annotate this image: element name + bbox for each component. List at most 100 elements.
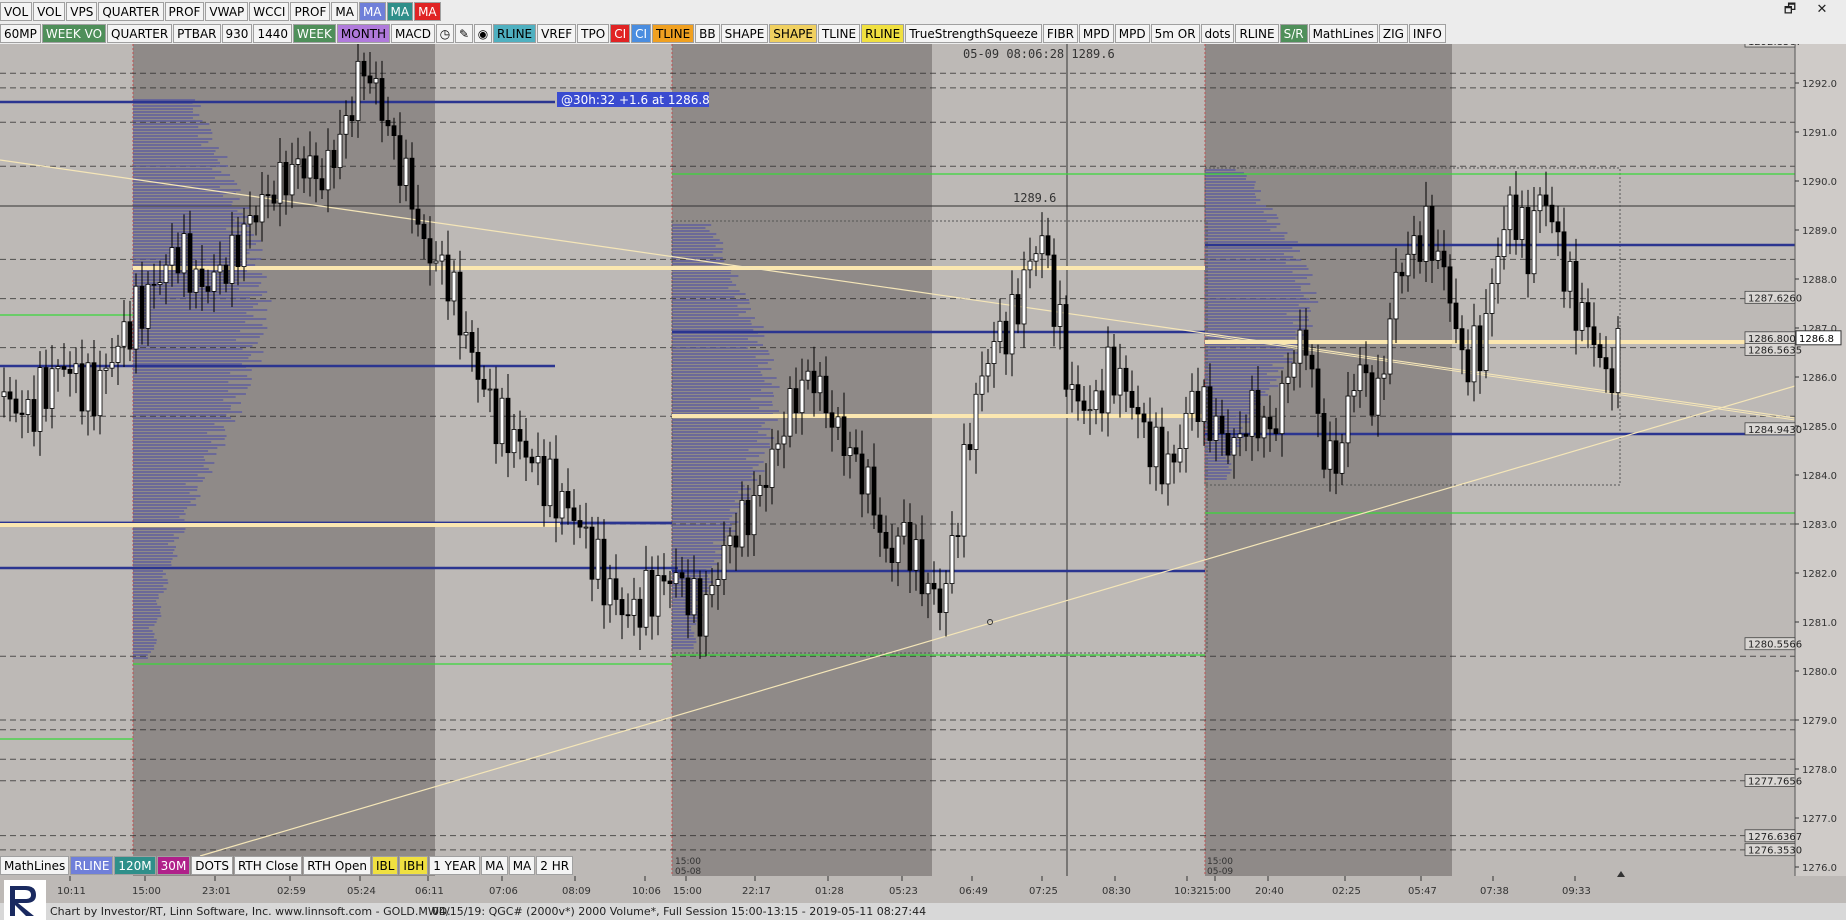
candle-body [1501,229,1507,257]
toolbar-button-tline-17[interactable]: TLINE [652,23,695,43]
candle-body [1129,390,1135,408]
candle-body [505,397,511,454]
candle-body [595,538,601,580]
toolbar-button-ci-15[interactable]: CI [610,23,631,43]
restore-window-icon[interactable]: 🗗 [1780,1,1800,19]
toolbar-button-mpd-26[interactable]: MPD [1114,23,1150,43]
time-tick-label: 05:47 [1408,886,1437,897]
toolbar-button-dots-4[interactable]: DOTS [191,855,233,875]
toolbar-button-tpo-14[interactable]: TPO [577,23,610,43]
time-tick-label: 15:00 [132,886,161,897]
toolbar-button-30m-3[interactable]: 30M [156,855,191,875]
price-chart[interactable]: @30h:32 +1.6 at 1286.8 05-09 08:06:28 128… [0,0,1846,920]
toolbar-button-mathlines-31[interactable]: MathLines [1308,23,1378,43]
toolbar-button-quarter-3[interactable]: QUARTER [98,1,164,21]
candle-body [739,499,745,548]
toolbar-button-ma-10[interactable]: MA [386,1,414,21]
toolbar-button-bb-18[interactable]: BB [695,23,720,43]
toolbar-button-week-vo-1[interactable]: WEEK VO [41,23,107,43]
candle-body [1195,390,1201,422]
toolbar-button-930-4[interactable]: 930 [221,23,253,43]
candle-body [1189,390,1195,414]
toolbar-button-5m-or-27[interactable]: 5m OR [1150,23,1200,43]
candle-body [1201,386,1207,422]
candle-body [1453,302,1459,330]
candle-body [43,367,49,409]
toolbar-button-mpd-25[interactable]: MPD [1078,23,1114,43]
candle-body [1291,362,1297,378]
candle-body [1045,235,1051,256]
toolbar-button-rth-open-6[interactable]: RTH Open [303,855,371,875]
toolbar-button-shape-19[interactable]: SHAPE [720,23,769,43]
toolbar-button-macd-8[interactable]: MACD [391,23,436,43]
candle-body [625,614,631,617]
time-tick-label: 10:06 [632,886,661,897]
candle-body [1375,377,1381,416]
candle-body [895,535,901,563]
candle-body [721,545,727,580]
toolbar-button-ma-11[interactable]: MA [414,1,441,21]
toolbar-button-rth-close-5[interactable]: RTH Close [233,855,303,875]
toolbar-button-rline-12[interactable]: RLINE [493,23,537,43]
toolbar-button-2-hr-12[interactable]: 2 HR [536,855,574,875]
candle-body [481,378,487,390]
toolbar-button-month-7[interactable]: MONTH [336,23,391,43]
candle-body [199,268,205,287]
candle-body [1117,367,1123,396]
close-window-icon[interactable]: ✕ [1812,1,1832,19]
candle-body [925,582,931,595]
toolbar-button-ibh-8[interactable]: IBH [399,855,429,875]
time-tick-label: 06:49 [959,886,988,897]
toolbar-button-vol-0[interactable]: VOL [0,1,33,21]
toolbar-button-wcci-6[interactable]: WCCI [249,1,290,21]
time-tick-label: 10:32 [1174,886,1203,897]
toolbar-button-ma-11[interactable]: MA [508,855,536,875]
toolbar-button-truestrengthsqueeze-23[interactable]: TrueStrengthSqueeze [905,23,1042,43]
toolbar-button-week-6[interactable]: WEEK [292,23,336,43]
toolbar-button-vol-1[interactable]: VOL [33,1,66,21]
candle-body [1465,349,1471,383]
toolbar-button-ma-8[interactable]: MA [331,1,358,21]
toolbar-button-vps-2[interactable]: VPS [66,1,98,21]
toolbar-button-120m-2[interactable]: 120M [114,855,156,875]
toolbar-button-s-r-30[interactable]: S/R [1279,23,1308,43]
price-level-label: 1276.3530 [1748,846,1802,857]
toolbar-button-ibl-7[interactable]: IBL [371,855,399,875]
toolbar-button-rline-1[interactable]: RLINE [70,855,114,875]
toolbar-button-ma-10[interactable]: MA [481,855,508,875]
time-tick-label: 05:24 [347,886,376,897]
toolbar-button-60mp-0[interactable]: 60MP [0,23,41,43]
toolbar-button-shape-20[interactable]: SHAPE [769,23,817,43]
candle-body [271,194,277,204]
candle-body [1357,364,1363,392]
toolbar-button-ci-16[interactable]: CI [631,23,652,43]
candle-body [1231,437,1237,456]
toolbar-button-zig-32[interactable]: ZIG [1378,23,1408,43]
toolbar-button-quarter-2[interactable]: QUARTER [107,23,173,43]
toolbar-button-rline-29[interactable]: RLINE [1235,23,1279,43]
toolbar-button-rline-22[interactable]: RLINE [861,23,905,43]
candle-body [463,332,469,336]
toolbar-button-prof-4[interactable]: PROF [164,1,205,21]
candle-body [427,238,433,264]
toolbar-button-info-33[interactable]: INFO [1408,23,1446,43]
candle-body [673,572,679,585]
toolbar-button-vref-13[interactable]: VREF [537,23,577,43]
toolbar-button-mathlines-0[interactable]: MathLines [0,855,70,875]
pencil-icon[interactable]: ✎ [455,23,474,43]
clock-icon[interactable]: ◷ [436,23,455,43]
target-icon[interactable]: ◉ [474,23,493,43]
toolbar-button-ptbar-3[interactable]: PTBAR [173,23,221,43]
toolbar-button-tline-21[interactable]: TLINE [817,23,861,43]
toolbar-button-1-year-9[interactable]: 1 YEAR [429,855,481,875]
toolbar-button-vwap-5[interactable]: VWAP [205,1,249,21]
candle-body [367,75,373,84]
toolbar-button-1440-5[interactable]: 1440 [253,23,292,43]
toolbar-button-dots-28[interactable]: dots [1200,23,1235,43]
candle-body [769,448,775,488]
candle-body [805,370,811,381]
toolbar-button-ma-9[interactable]: MA [358,1,386,21]
candle-body [193,268,199,293]
toolbar-button-fibr-24[interactable]: FIBR [1042,23,1078,43]
toolbar-button-prof-7[interactable]: PROF [290,1,331,21]
